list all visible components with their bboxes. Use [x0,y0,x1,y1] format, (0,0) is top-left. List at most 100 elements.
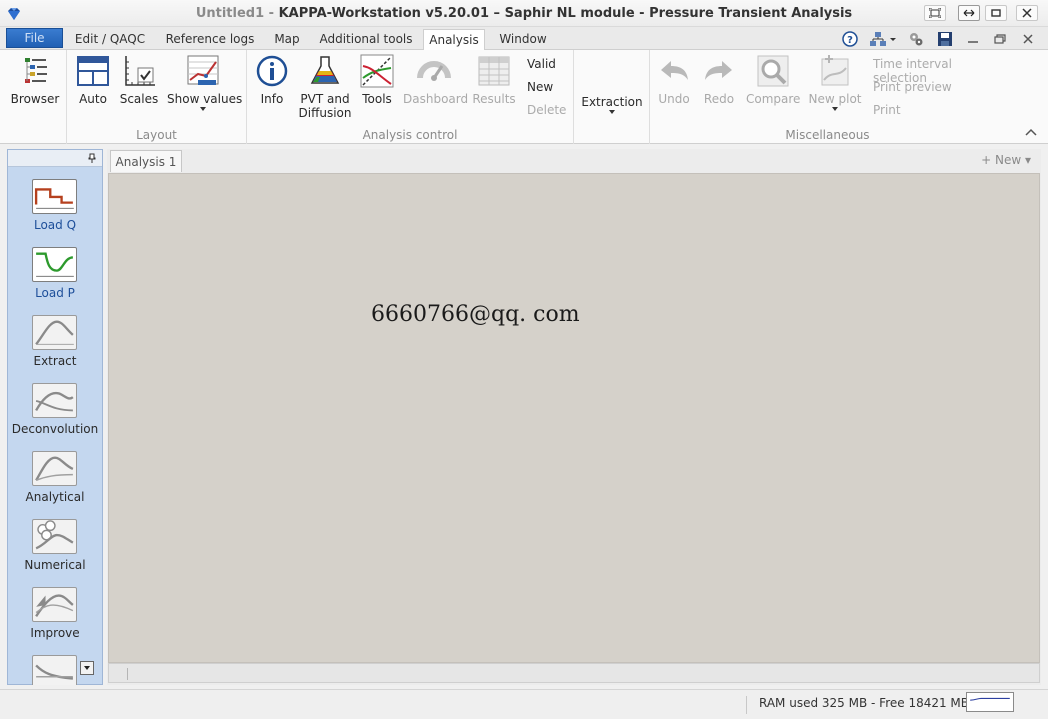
horizontal-scrollbar[interactable] [108,663,1040,683]
results-label: Results [472,92,516,106]
results-button[interactable]: Results [471,54,517,106]
load-p-icon [32,247,77,282]
fullscreen-icon [929,8,941,18]
show-values-button[interactable]: Show values [167,54,242,111]
undo-button[interactable]: Undo [656,54,692,106]
new-plot-label: New plot [808,92,862,106]
numerical-item[interactable]: Numerical [8,519,102,583]
status-bar: RAM used 325 MB - Free 18421 MB [0,689,1048,719]
scales-icon [125,56,155,86]
help-icon[interactable]: ? [841,30,859,48]
panel-scroll-down-button[interactable] [80,661,94,675]
deconvolution-label: Deconvolution [11,422,99,436]
ribbon: Browser Auto Scales Show values Layout I… [0,50,1048,144]
window-title: Untitled1 - KAPPA-Workstation v5.20.01 –… [0,6,1048,21]
analysis-control-group: Info PVT and Diffusion Tools Dashboard R… [247,50,574,144]
document-area: Analysis 1 + New ▾ 6660766@qq. com [107,149,1041,685]
print-button[interactable]: Print [873,103,901,117]
deconvolution-icon [32,383,77,418]
deconvolution-item[interactable]: Deconvolution [8,383,102,447]
restore-layout-button[interactable] [924,5,946,21]
improve-label: Improve [30,626,80,640]
resize-horizontal-icon [963,9,975,17]
maximize-button[interactable] [985,5,1007,21]
ribbon-tab-row: File Edit / QAQC Reference logs Map Addi… [0,27,1048,52]
analysis-control-group-label: Analysis control [362,128,458,142]
tab-additional-tools[interactable]: Additional tools [316,29,416,50]
settings-gears-icon[interactable] [907,30,925,48]
valid-button[interactable]: Valid [527,57,556,71]
network-icon[interactable] [869,30,897,48]
dashboard-button[interactable]: Dashboard [403,54,468,106]
maximize-icon [991,9,1001,17]
numerical-label: Numerical [24,558,86,572]
pvt-label: PVT and Diffusion [297,92,353,120]
save-icon[interactable] [936,30,954,48]
extraction-dropdown-icon [609,110,615,114]
status-divider [746,696,747,714]
ram-usage-graph-icon [966,692,1014,712]
restore-doc-icon[interactable] [991,30,1009,48]
miscellaneous-group-label: Miscellaneous [785,128,870,142]
minimize-doc-icon[interactable] [964,30,982,48]
resize-button[interactable] [958,5,980,21]
load-p-item[interactable]: Load P [8,247,102,311]
file-menu-tab[interactable]: File [6,28,63,48]
compare-label: Compare [746,92,801,106]
auto-layout-icon [77,56,109,86]
tab-edit-qaqc[interactable]: Edit / QAQC [70,29,150,50]
compare-button[interactable]: Compare [746,54,800,106]
close-doc-icon[interactable] [1019,30,1037,48]
auto-layout-button[interactable]: Auto [74,54,112,106]
chevron-down-icon: ▾ [1021,153,1031,167]
tab-window[interactable]: Window [494,29,552,50]
collapse-ribbon-icon[interactable] [1024,126,1038,138]
chevron-down-icon [84,666,90,670]
tab-map[interactable]: Map [268,29,306,50]
load-q-label: Load Q [33,218,77,232]
tools-button[interactable]: Tools [359,54,395,106]
document-name: Untitled1 [195,6,265,21]
layout-group: Auto Scales Show values Layout [67,50,247,144]
tools-plot-icon [360,54,394,88]
new-analysis-button[interactable]: New [527,80,553,94]
auto-label: Auto [79,92,107,106]
extract-item[interactable]: Extract [8,315,102,379]
tools-label: Tools [362,92,392,106]
pvt-diffusion-button[interactable]: PVT and Diffusion [297,54,353,120]
redo-button[interactable]: Redo [700,54,738,106]
info-label: Info [260,92,284,106]
scales-button[interactable]: Scales [119,54,159,106]
plus-icon: + [981,153,995,167]
panel-header [8,150,102,167]
scales-label: Scales [119,92,159,106]
watermark-text: 6660766@qq. com [371,302,580,327]
analytical-icon [32,451,77,486]
load-q-item[interactable]: Load Q [8,179,102,243]
pin-icon[interactable] [87,153,97,163]
browser-group: Browser [0,50,67,144]
close-button[interactable] [1016,5,1038,21]
app-name: KAPPA-Workstation v5.20.01 – Saphir NL m… [278,6,853,21]
extraction-button[interactable]: Extraction [580,91,644,114]
new-plot-button[interactable]: New plot [808,54,862,111]
show-values-icon [187,55,219,85]
analysis-canvas[interactable]: 6660766@qq. com [108,173,1040,663]
print-preview-button[interactable]: Print preview [873,80,952,94]
improve-item[interactable]: Improve [8,587,102,651]
results-table-icon [478,56,510,86]
browser-button[interactable]: Browser [10,54,60,106]
tab-analysis-1[interactable]: Analysis 1 [110,150,182,172]
analytical-label: Analytical [25,490,85,504]
scrollbar-divider [127,668,128,680]
tab-reference-logs[interactable]: Reference logs [162,29,258,50]
delete-analysis-button[interactable]: Delete [527,103,566,117]
extract-label: Extract [33,354,77,368]
new-tab-button[interactable]: + New ▾ [981,153,1031,167]
improve-icon [32,587,77,622]
info-button[interactable]: Info [253,54,291,106]
tab-analysis[interactable]: Analysis [423,29,485,52]
new-tab-label: New [994,153,1022,167]
new-plot-icon [821,55,849,86]
analytical-item[interactable]: Analytical [8,451,102,515]
